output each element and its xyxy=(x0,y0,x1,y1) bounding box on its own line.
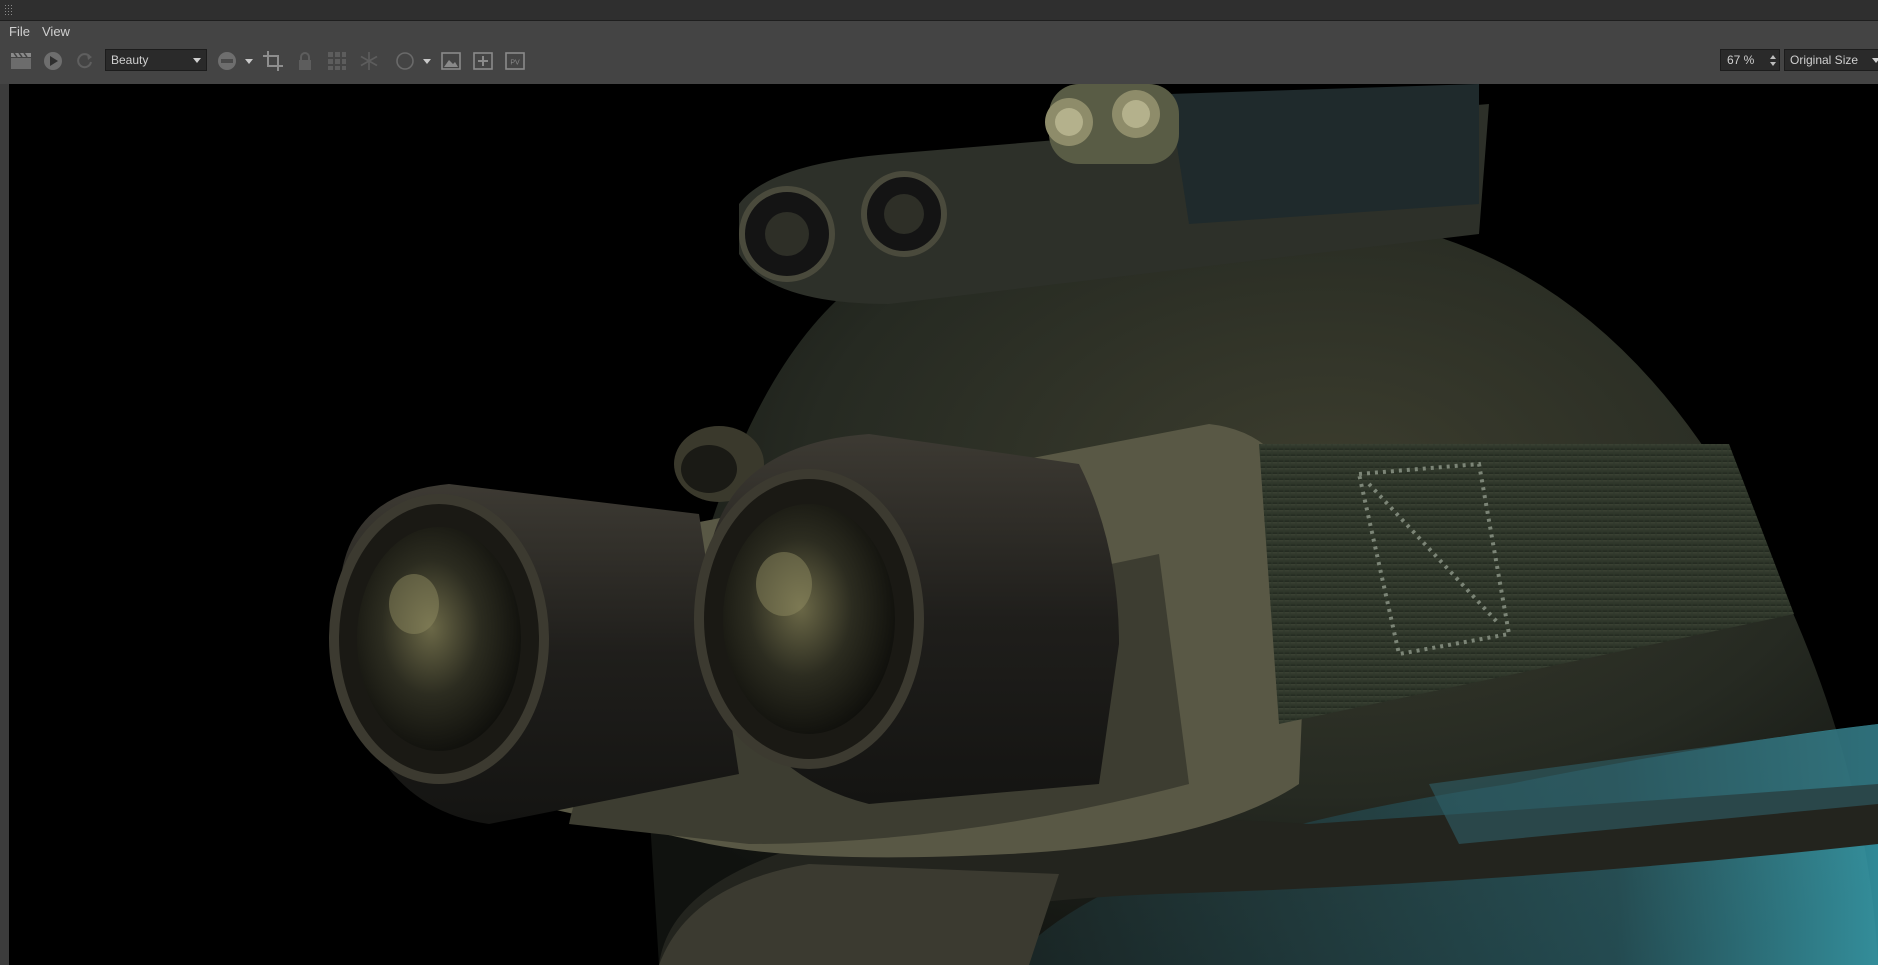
size-value: Original Size xyxy=(1790,53,1859,67)
rgb-channel-icon[interactable] xyxy=(214,48,240,74)
image-icon[interactable] xyxy=(438,48,464,74)
play-icon[interactable] xyxy=(40,48,66,74)
circle-icon[interactable] xyxy=(392,48,418,74)
zoom-up-icon[interactable] xyxy=(1770,55,1776,59)
title-bar xyxy=(0,0,1878,21)
zoom-value: 67 % xyxy=(1727,53,1755,67)
clapperboard-icon[interactable] xyxy=(8,48,34,74)
svg-text:PV: PV xyxy=(510,60,520,67)
circle-dropdown-icon[interactable] xyxy=(423,59,431,64)
viewport-left-border xyxy=(0,84,9,965)
channel-dropdown-icon[interactable] xyxy=(245,59,253,64)
zoom-input[interactable]: 67 % xyxy=(1720,49,1780,71)
menu-file[interactable]: File xyxy=(9,24,30,39)
chevron-down-icon xyxy=(1872,58,1878,63)
refresh-icon[interactable] xyxy=(72,48,98,74)
menu-bar: File View xyxy=(0,21,1878,41)
lock-icon[interactable] xyxy=(292,48,318,74)
render-pass-select[interactable]: Beauty xyxy=(105,49,207,71)
crop-icon[interactable] xyxy=(260,48,286,74)
snowflake-icon[interactable] xyxy=(356,48,382,74)
pv-icon[interactable]: PV xyxy=(502,48,528,74)
window-grip-icon[interactable] xyxy=(4,4,14,15)
menu-view[interactable]: View xyxy=(42,24,70,39)
chevron-down-icon xyxy=(193,58,201,63)
size-select[interactable]: Original Size xyxy=(1784,49,1878,71)
render-image xyxy=(329,84,1878,965)
add-image-icon[interactable] xyxy=(470,48,496,74)
render-viewport[interactable] xyxy=(9,84,1878,965)
grid-icon[interactable] xyxy=(324,48,350,74)
toolbar: Beauty PV 67 % Original Size xyxy=(0,41,1878,83)
zoom-down-icon[interactable] xyxy=(1770,62,1776,66)
render-pass-value: Beauty xyxy=(111,53,149,67)
